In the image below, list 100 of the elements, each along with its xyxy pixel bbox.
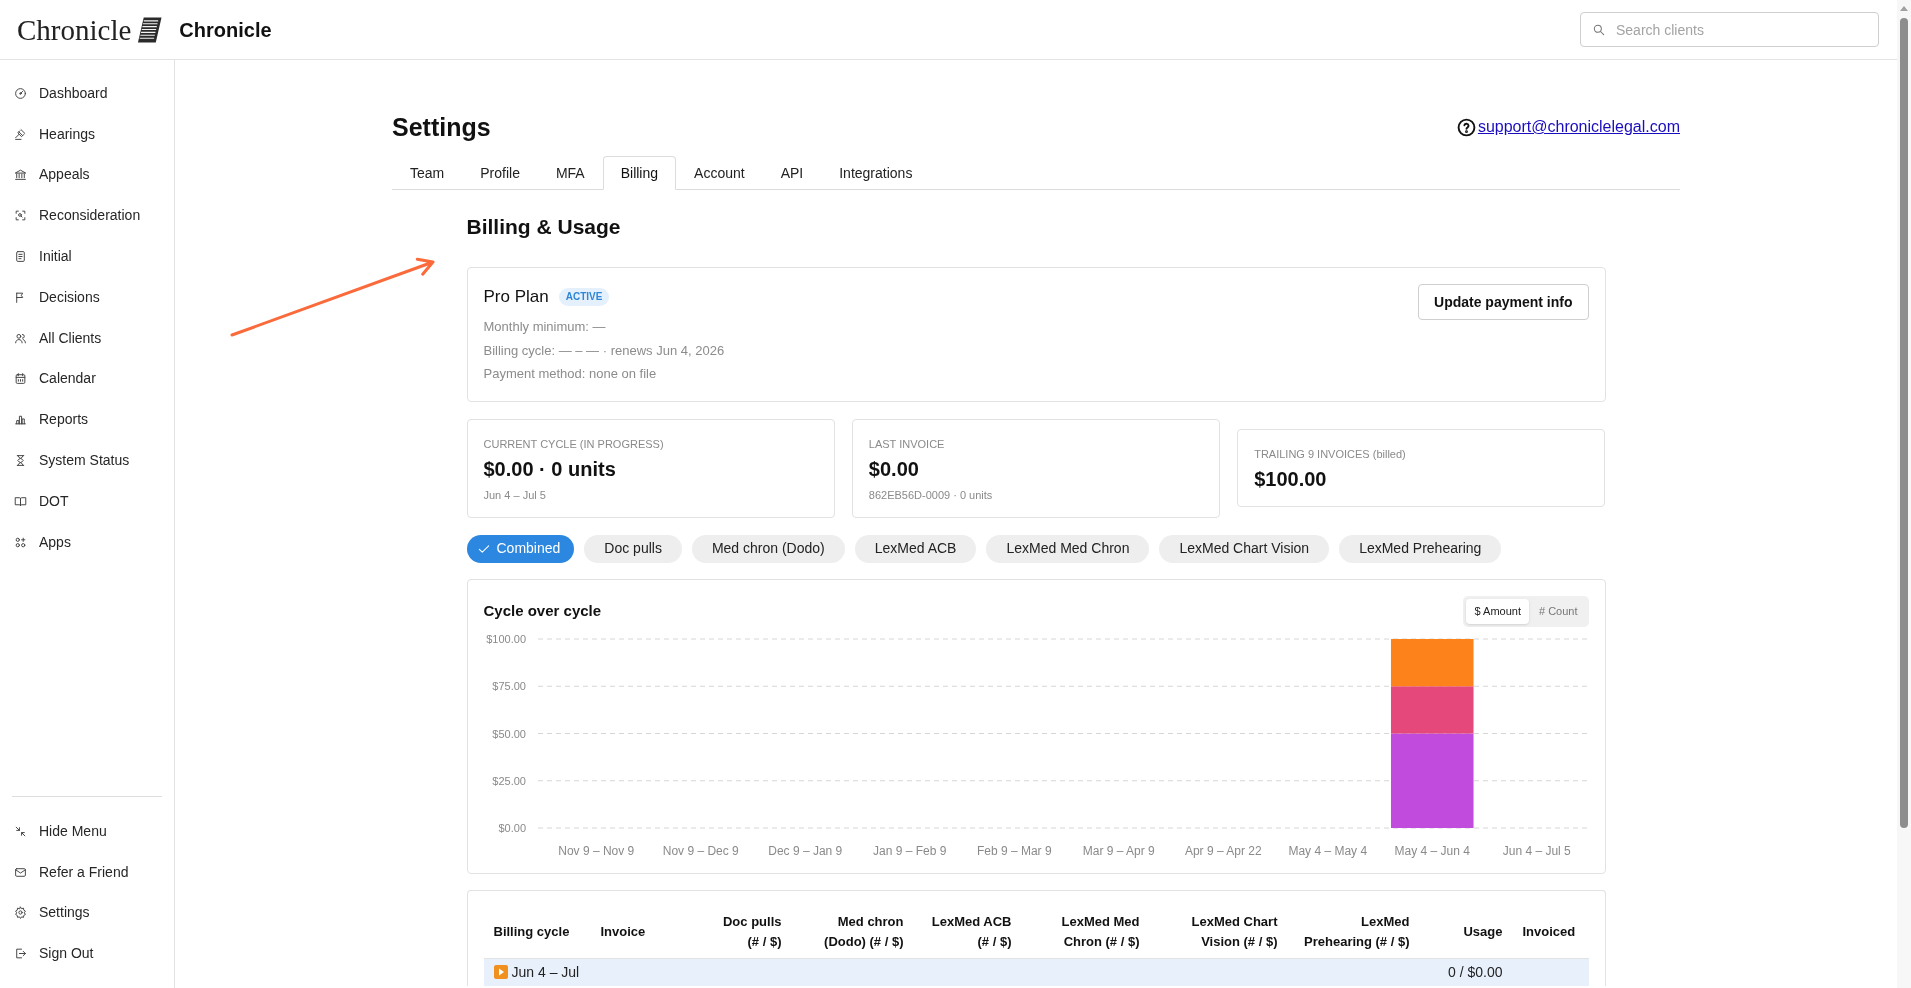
x-axis-label: May 4 – Jun 4 (1394, 843, 1470, 858)
x-axis-label: Dec 9 – Jan 9 (767, 843, 842, 858)
x-axis-label: Nov 9 – Nov 9 (557, 843, 634, 858)
sidebar-item[interactable]: Decisions (0, 277, 174, 318)
stat-label: LAST INVOICE (868, 436, 946, 452)
sidebar-item[interactable]: DOT (0, 480, 174, 522)
status-badge: ACTIVE (558, 288, 610, 306)
x-axis-label: Nov 9 – Dec 9 (662, 843, 739, 858)
sidebar-item[interactable]: Hearings (0, 113, 174, 155)
filter-chip[interactable]: LexMed Chart Vision (1159, 534, 1330, 563)
tab[interactable]: Team (392, 156, 463, 190)
filter-chip[interactable]: LexMed Med Chron (986, 534, 1150, 563)
x-axis-label: Jan 9 – Feb 9 (872, 843, 946, 858)
stat-label: CURRENT CYCLE (IN PROGRESS) (483, 436, 665, 452)
section-title: Billing & Usage (466, 214, 622, 240)
sidebar-item[interactable]: Calendar (0, 358, 174, 400)
plan-detail: Billing cycle: — – — · renews Jun 4, 2026 (483, 341, 725, 360)
calendar-icon (14, 372, 27, 386)
usage-value: 0 / $0.00 (1447, 962, 1503, 981)
y-axis-label: $25.00 (491, 774, 526, 787)
logo-text[interactable]: Chronicle (17, 12, 132, 47)
support-email-link[interactable]: support@chroniclelegal.com (1477, 116, 1680, 138)
tab[interactable]: Profile (462, 156, 538, 190)
filter-chip[interactable]: Doc pulls (584, 534, 682, 563)
plan-detail: Payment method: none on file (483, 365, 658, 383)
page-title: Settings (392, 112, 491, 143)
column-header: Doc pulls (# / $) (722, 912, 782, 951)
tab[interactable]: MFA (537, 156, 603, 190)
sidebar-item[interactable]: Appeals (0, 154, 174, 196)
column-header: Med chron (Dodo) (# / $) (823, 912, 904, 951)
bank-icon (14, 168, 27, 182)
hourglass-icon (14, 454, 27, 468)
search-icon (1592, 23, 1606, 37)
column-header: LexMed ACB (# / $) (930, 912, 1012, 951)
y-axis-label: $0.00 (497, 821, 526, 834)
stat-value: $0.00 (868, 456, 920, 482)
column-header: Usage (1462, 922, 1503, 941)
sidebar-item[interactable]: Refer a Friend (0, 851, 174, 893)
scrollbar-thumb[interactable] (1900, 18, 1908, 828)
billing-cycle-text: Jun 4 – Jul (511, 962, 580, 981)
sidebar-item[interactable]: Dashboard (0, 73, 174, 114)
plan-name: Pro Plan (483, 286, 549, 308)
sidebar-item[interactable]: Initial (0, 236, 174, 277)
column-header: Invoiced (1522, 922, 1577, 941)
book-icon (14, 494, 27, 508)
x-axis-label: Jun 4 – Jul 5 (1502, 843, 1571, 858)
scan-icon (14, 209, 27, 223)
filter-chip[interactable]: Med chron (Dodo) (691, 534, 845, 563)
gauge-icon (14, 86, 27, 100)
sidebar-item[interactable]: Apps (0, 521, 174, 563)
column-header: LexMed Prehearing (# / $) (1303, 912, 1410, 951)
y-axis-label: $100.00 (485, 632, 526, 645)
x-axis-label: May 4 – May 4 (1287, 843, 1367, 858)
apps-icon (14, 535, 27, 549)
filter-chip[interactable]: LexMed Prehearing (1339, 534, 1502, 563)
document-icon (14, 250, 27, 264)
stat-value: $0.00 · 0 units (483, 456, 617, 482)
column-header: LexMed Med Chron (# / $) (1060, 912, 1140, 951)
column-header: LexMed Chart Vision (# / $) (1190, 912, 1278, 951)
column-header: Invoice (600, 922, 647, 941)
y-axis-label: $75.00 (491, 679, 526, 692)
sign-out-icon (14, 947, 27, 961)
x-axis-label: Mar 9 – Apr 9 (1082, 843, 1155, 858)
play-icon (493, 964, 508, 979)
app-name: Chronicle (179, 17, 272, 43)
sidebar-item[interactable]: All Clients (0, 317, 174, 359)
collapse-arrows-icon (14, 824, 27, 838)
search-field[interactable]: Search clients (1580, 12, 1879, 47)
y-axis-label: $50.00 (491, 727, 526, 739)
plan-detail: Monthly minimum: — (483, 318, 607, 336)
sidebar-item[interactable]: Reports (0, 399, 174, 441)
stat-value: $100.00 (1254, 467, 1328, 492)
column-header: Billing cycle (493, 922, 571, 941)
stat-label: TRAILING 9 INVOICES (billed) (1254, 447, 1407, 462)
tab[interactable]: Billing (602, 156, 677, 190)
toggle-option[interactable]: $ Amount (1466, 598, 1529, 624)
tab[interactable]: API (762, 156, 822, 190)
gavel-icon (14, 127, 27, 141)
x-axis-label: Apr 9 – Apr 22 (1184, 843, 1262, 858)
bar-chart-icon (14, 413, 27, 427)
stat-subtext: 862EB56D-0009 · 0 units (868, 487, 994, 503)
chart-title: Cycle over cycle (483, 601, 602, 621)
update-payment-button[interactable]: Update payment info (1418, 284, 1589, 320)
sidebar-item[interactable]: Reconsideration (0, 195, 174, 237)
filter-chip[interactable]: Combined (466, 534, 575, 563)
toggle-option[interactable]: # Count (1530, 598, 1586, 624)
sidebar-item[interactable]: Sign Out (0, 933, 174, 974)
help-icon (1456, 117, 1476, 137)
users-icon (14, 331, 27, 345)
sidebar-item[interactable]: Settings (0, 892, 174, 934)
mail-icon (14, 865, 27, 879)
scroll-up-arrow-icon[interactable] (1900, 6, 1908, 11)
sidebar-item[interactable]: System Status (0, 440, 174, 481)
filter-chip[interactable]: LexMed ACB (854, 534, 977, 563)
settings-icon (14, 906, 27, 920)
tab[interactable]: Integrations (821, 156, 931, 190)
tab[interactable]: Account (676, 156, 763, 190)
notepad-logo-icon (137, 16, 163, 43)
x-axis-label: Feb 9 – Mar 9 (976, 843, 1052, 858)
sidebar-item[interactable]: Hide Menu (0, 810, 174, 852)
